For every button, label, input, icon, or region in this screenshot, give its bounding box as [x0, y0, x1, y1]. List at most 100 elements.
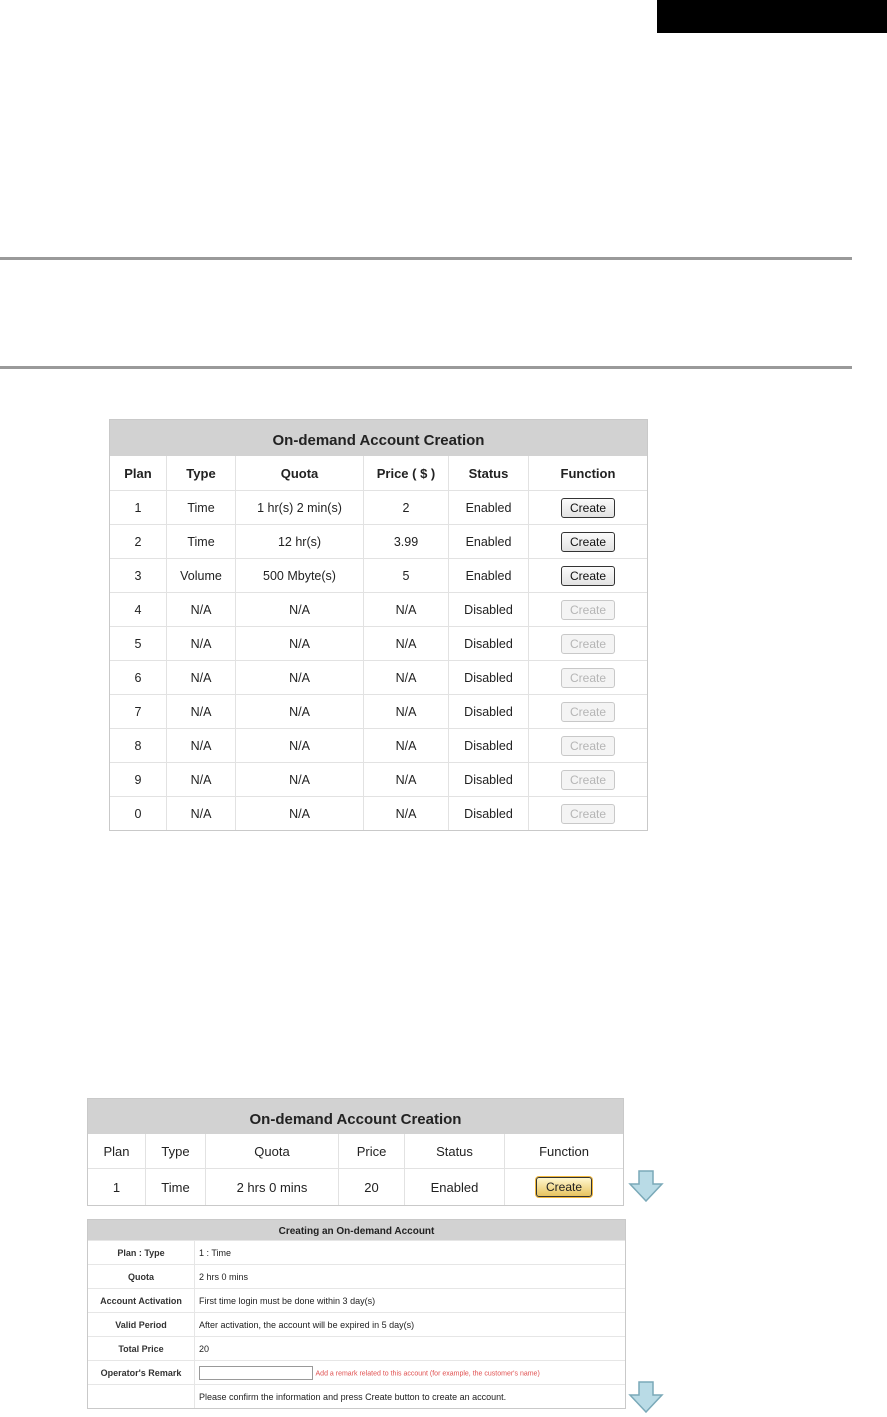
- cell-status: Disabled: [448, 728, 529, 763]
- cell-quota: N/A: [235, 728, 364, 763]
- col-status: Status: [448, 456, 529, 491]
- remark-row: Operator's Remark Add a remark related t…: [88, 1360, 625, 1385]
- table-row: 1 Time 1 hr(s) 2 min(s) 2 Enabled Create: [110, 490, 647, 525]
- cell-function: Create: [528, 558, 647, 593]
- info-row: Quota 2 hrs 0 mins: [88, 1264, 625, 1289]
- cell-type: Volume: [166, 558, 236, 593]
- table-row: 7 N/A N/A N/A Disabled Create: [110, 694, 647, 729]
- info-row: Valid Period After activation, the accoun…: [88, 1312, 625, 1337]
- info-row: Account Activation First time login must …: [88, 1288, 625, 1313]
- cell-quota: N/A: [235, 660, 364, 695]
- col-price: Price ( $ ): [363, 456, 449, 491]
- cell-price: N/A: [363, 728, 449, 763]
- cell-function: Create: [528, 762, 647, 797]
- cell-function: Create: [528, 694, 647, 729]
- create-button: Create: [560, 701, 616, 722]
- cell-quota: N/A: [235, 762, 364, 797]
- create-button[interactable]: Create: [560, 531, 616, 552]
- cell-plan: 9: [110, 762, 167, 797]
- cell-plan: 8: [110, 728, 167, 763]
- info-value: After activation, the account will be ex…: [194, 1312, 625, 1337]
- cell-function: Create: [528, 626, 647, 661]
- info-row: Total Price 20: [88, 1336, 625, 1361]
- remark-cell: Add a remark related to this account (fo…: [194, 1360, 625, 1385]
- col-function: Function: [528, 456, 647, 491]
- cell-type: N/A: [166, 796, 236, 830]
- cell-function: Create: [504, 1168, 623, 1205]
- cell-quota: 500 Mbyte(s): [235, 558, 364, 593]
- on-demand-account-table: On-demand Account Creation Plan Type Quo…: [109, 419, 648, 831]
- info-label: Quota: [88, 1264, 195, 1289]
- confirm-row: Please confirm the information and press…: [88, 1384, 625, 1408]
- cell-price: N/A: [363, 796, 449, 830]
- cell-function: Create: [528, 490, 647, 525]
- info-value: 2 hrs 0 mins: [194, 1264, 625, 1289]
- create-button[interactable]: Create: [560, 497, 616, 518]
- cell-quota: 12 hr(s): [235, 524, 364, 559]
- cell-plan: 5: [110, 626, 167, 661]
- cell-status: Disabled: [448, 796, 529, 830]
- cell-plan: 0: [110, 796, 167, 830]
- create-button[interactable]: Create: [535, 1177, 593, 1197]
- col-plan: Plan: [124, 465, 152, 481]
- col-type: Type: [145, 1134, 206, 1169]
- table-row: 2 Time 12 hr(s) 3.99 Enabled Create: [110, 524, 647, 559]
- col-status: Status: [404, 1134, 505, 1169]
- cell-status: Enabled: [448, 558, 529, 593]
- table-row: 4 N/A N/A N/A Disabled Create: [110, 592, 647, 627]
- col-type: Type: [166, 456, 236, 491]
- cell-function: Create: [528, 660, 647, 695]
- col-function: Function: [504, 1134, 623, 1169]
- col-quota: Quota: [235, 456, 364, 491]
- arrow-down-icon: [628, 1381, 664, 1413]
- on-demand-account-table-selected: On-demand Account Creation Plan Type Quo…: [87, 1098, 624, 1206]
- table-row: 8 N/A N/A N/A Disabled Create: [110, 728, 647, 763]
- create-button: Create: [560, 633, 616, 654]
- info-value: First time login must be done within 3 d…: [194, 1288, 625, 1313]
- info-label: Valid Period: [88, 1312, 195, 1337]
- cell-plan: 7: [110, 694, 167, 729]
- cell-status: Enabled: [448, 490, 529, 525]
- arrow-down-icon: [628, 1170, 664, 1202]
- create-button: Create: [560, 769, 616, 790]
- cell-status: Enabled: [404, 1168, 505, 1205]
- cell-quota: 2 hrs 0 mins: [205, 1168, 339, 1205]
- cell-price: 5: [363, 558, 449, 593]
- create-button[interactable]: Create: [560, 565, 616, 586]
- creating-account-form: Creating an On-demand Account Plan : Typ…: [87, 1219, 626, 1409]
- cell-plan: 1: [88, 1168, 146, 1205]
- table-title: On-demand Account Creation: [88, 1099, 623, 1134]
- remark-hint: Add a remark related to this account (fo…: [315, 1369, 540, 1377]
- col-price: Price: [338, 1134, 405, 1169]
- cell-status: Disabled: [448, 626, 529, 661]
- create-button: Create: [560, 803, 616, 824]
- cell-quota: N/A: [235, 626, 364, 661]
- cell-plan: 3: [110, 558, 167, 593]
- table-title: On-demand Account Creation: [110, 420, 647, 456]
- table-row: 5 N/A N/A N/A Disabled Create: [110, 626, 647, 661]
- cell-function: Create: [528, 592, 647, 627]
- cell-type: N/A: [166, 728, 236, 763]
- cell-price: N/A: [363, 592, 449, 627]
- cell-status: Disabled: [448, 592, 529, 627]
- operator-remark-input[interactable]: [199, 1365, 313, 1380]
- cell-quota: N/A: [235, 592, 364, 627]
- cell-type: Time: [145, 1168, 206, 1205]
- table-row: 6 N/A N/A N/A Disabled Create: [110, 660, 647, 695]
- table-row: 3 Volume 500 Mbyte(s) 5 Enabled Create: [110, 558, 647, 593]
- cell-status: Disabled: [448, 694, 529, 729]
- cell-plan: 2: [110, 524, 167, 559]
- cell-type: N/A: [166, 694, 236, 729]
- cell-price: N/A: [363, 660, 449, 695]
- info-value: 1 : Time: [194, 1240, 625, 1265]
- cell-function: Create: [528, 728, 647, 763]
- cell-price: N/A: [363, 762, 449, 797]
- cell-quota: N/A: [235, 796, 364, 830]
- divider-top: [0, 257, 852, 260]
- info-label: Total Price: [88, 1336, 195, 1361]
- table-row: 0 N/A N/A N/A Disabled Create: [110, 796, 647, 830]
- cell-type: Time: [166, 524, 236, 559]
- cell-status: Disabled: [448, 762, 529, 797]
- header-black-tab: [657, 0, 887, 33]
- col-quota: Quota: [205, 1134, 339, 1169]
